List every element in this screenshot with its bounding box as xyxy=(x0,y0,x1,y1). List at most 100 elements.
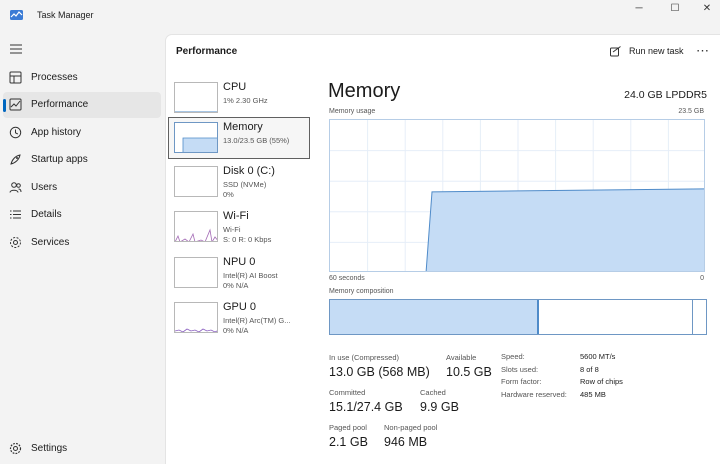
sidebar-item-label: App history xyxy=(31,127,82,138)
cpu-thumbnail-graph xyxy=(174,82,218,113)
device-usage: 0% N/A xyxy=(223,326,249,335)
gpu-mini-graph xyxy=(175,328,217,332)
device-gpu-0[interactable]: GPU 0 Intel(R) Arc(TM) G... 0% N/A xyxy=(168,297,310,339)
device-detail: SSD (NVMe) xyxy=(223,180,267,189)
wifi-thumbnail-graph xyxy=(174,211,218,242)
sidebar-item-startup-apps[interactable]: Startup apps xyxy=(3,147,161,173)
details-icon xyxy=(10,210,21,219)
device-name: GPU 0 xyxy=(223,301,257,313)
window-title: Task Manager xyxy=(37,10,94,20)
slots-used-label: Slots used: xyxy=(501,365,539,374)
sidebar-item-performance[interactable]: Performance xyxy=(3,92,161,118)
startup-apps-icon xyxy=(10,154,21,165)
non-paged-pool-value: 946 MB xyxy=(384,435,428,449)
device-cpu[interactable]: CPU 1% 2.30 GHz xyxy=(168,77,310,119)
sidebar-item-settings[interactable]: Settings xyxy=(3,436,161,462)
sidebar-item-label: Processes xyxy=(31,72,78,83)
hardware-reserved-label: Hardware reserved: xyxy=(501,390,567,399)
device-name: Memory xyxy=(223,121,263,133)
device-detail: Intel(R) Arc(TM) G... xyxy=(223,316,291,325)
sidebar: Processes Performance App history Startu… xyxy=(0,32,165,464)
minimize-button[interactable]: ─ xyxy=(626,2,652,16)
npu-thumbnail-graph xyxy=(174,257,218,288)
memory-usage-max: 23.5 GB xyxy=(678,108,704,115)
device-memory[interactable]: Memory 13.0/23.5 GB (55%) xyxy=(168,117,310,159)
close-button[interactable]: ✕ xyxy=(694,2,720,16)
device-npu-0[interactable]: NPU 0 Intel(R) AI Boost 0% N/A xyxy=(168,252,310,294)
cached-label: Cached xyxy=(420,388,446,397)
npu-mini-graph xyxy=(175,258,218,288)
memory-composition-label: Memory composition xyxy=(329,288,394,295)
in-use-value: 13.0 GB (568 MB) xyxy=(329,365,430,379)
available-label: Available xyxy=(446,353,477,362)
device-usage: S: 0 R: 0 Kbps xyxy=(223,235,272,244)
sidebar-item-app-history[interactable]: App history xyxy=(3,120,161,146)
disk-thumbnail-graph xyxy=(174,166,218,197)
memory-usage-area xyxy=(425,188,704,271)
users-icon xyxy=(9,182,22,193)
memory-spec: 24.0 GB LPDDR5 xyxy=(624,89,707,101)
composition-standby-segment xyxy=(543,300,693,334)
run-new-task-label: Run new task xyxy=(629,46,684,56)
hamburger-menu-icon[interactable] xyxy=(10,44,22,54)
sidebar-item-label: Services xyxy=(31,237,70,248)
device-disk-0[interactable]: Disk 0 (C:) SSD (NVMe) 0% xyxy=(168,161,310,203)
title-bar: Task Manager ─ ☐ ✕ xyxy=(0,0,720,32)
selection-indicator xyxy=(3,99,6,112)
device-name: CPU xyxy=(223,81,247,93)
speed-value: 5600 MT/s xyxy=(580,352,616,361)
detail-title: Memory xyxy=(328,80,401,102)
device-name: Disk 0 (C:) xyxy=(223,165,275,177)
disk-mini-graph xyxy=(175,167,218,197)
page-title: Performance xyxy=(176,46,238,57)
committed-label: Committed xyxy=(329,388,366,397)
sidebar-item-label: Details xyxy=(31,209,62,220)
composition-in-use-segment xyxy=(330,300,539,334)
more-options-button[interactable]: ⋯ xyxy=(696,44,709,57)
sidebar-item-label: Users xyxy=(31,182,58,193)
sidebar-item-services[interactable]: Services xyxy=(3,230,161,256)
cpu-mini-graph xyxy=(175,111,217,112)
memory-mini-graph xyxy=(182,137,217,152)
slots-used-value: 8 of 8 xyxy=(580,365,599,374)
memory-usage-chart xyxy=(330,120,704,271)
gear-icon xyxy=(9,442,22,455)
sidebar-item-label: Performance xyxy=(31,99,89,110)
device-name: NPU 0 xyxy=(223,256,256,268)
device-detail: 1% 2.30 GHz xyxy=(223,96,268,105)
paged-pool-label: Paged pool xyxy=(329,423,367,432)
device-detail: 13.0/23.5 GB (55%) xyxy=(223,136,290,145)
memory-composition-bar xyxy=(329,299,707,335)
memory-usage-label: Memory usage xyxy=(329,108,376,115)
device-usage: 0% xyxy=(223,190,234,199)
app-history-icon xyxy=(9,126,22,139)
run-new-task-icon xyxy=(610,46,621,57)
hardware-reserved-value: 485 MB xyxy=(580,390,606,399)
device-usage: 0% N/A xyxy=(223,281,249,290)
sidebar-item-processes[interactable]: Processes xyxy=(3,65,161,91)
time-axis-right-label: 0 xyxy=(700,275,704,282)
cached-value: 9.9 GB xyxy=(420,400,459,414)
form-factor-label: Form factor: xyxy=(501,377,542,386)
memory-usage-graph xyxy=(329,119,705,272)
settings-label: Settings xyxy=(31,443,68,454)
device-detail: Wi-Fi xyxy=(223,225,241,234)
paged-pool-value: 2.1 GB xyxy=(329,435,368,449)
speed-label: Speed: xyxy=(501,352,525,361)
wifi-mini-graph xyxy=(175,228,217,241)
device-detail: Intel(R) AI Boost xyxy=(223,271,278,280)
sidebar-item-label: Startup apps xyxy=(31,154,88,165)
processes-icon xyxy=(9,71,22,84)
sidebar-item-details[interactable]: Details xyxy=(3,202,161,228)
non-paged-pool-label: Non-paged pool xyxy=(384,423,438,432)
performance-content: Performance Run new task ⋯ CPU 1% 2.30 G… xyxy=(165,34,720,464)
committed-value: 15.1/27.4 GB xyxy=(329,400,403,414)
memory-thumbnail-graph xyxy=(174,122,218,153)
device-wifi[interactable]: Wi-Fi Wi-Fi S: 0 R: 0 Kbps xyxy=(168,206,310,248)
performance-icon xyxy=(9,98,22,111)
sidebar-item-users[interactable]: Users xyxy=(3,175,161,201)
form-factor-value: Row of chips xyxy=(580,377,623,386)
maximize-button[interactable]: ☐ xyxy=(662,2,688,16)
time-axis-left-label: 60 seconds xyxy=(329,275,365,282)
gpu-thumbnail-graph xyxy=(174,302,218,333)
